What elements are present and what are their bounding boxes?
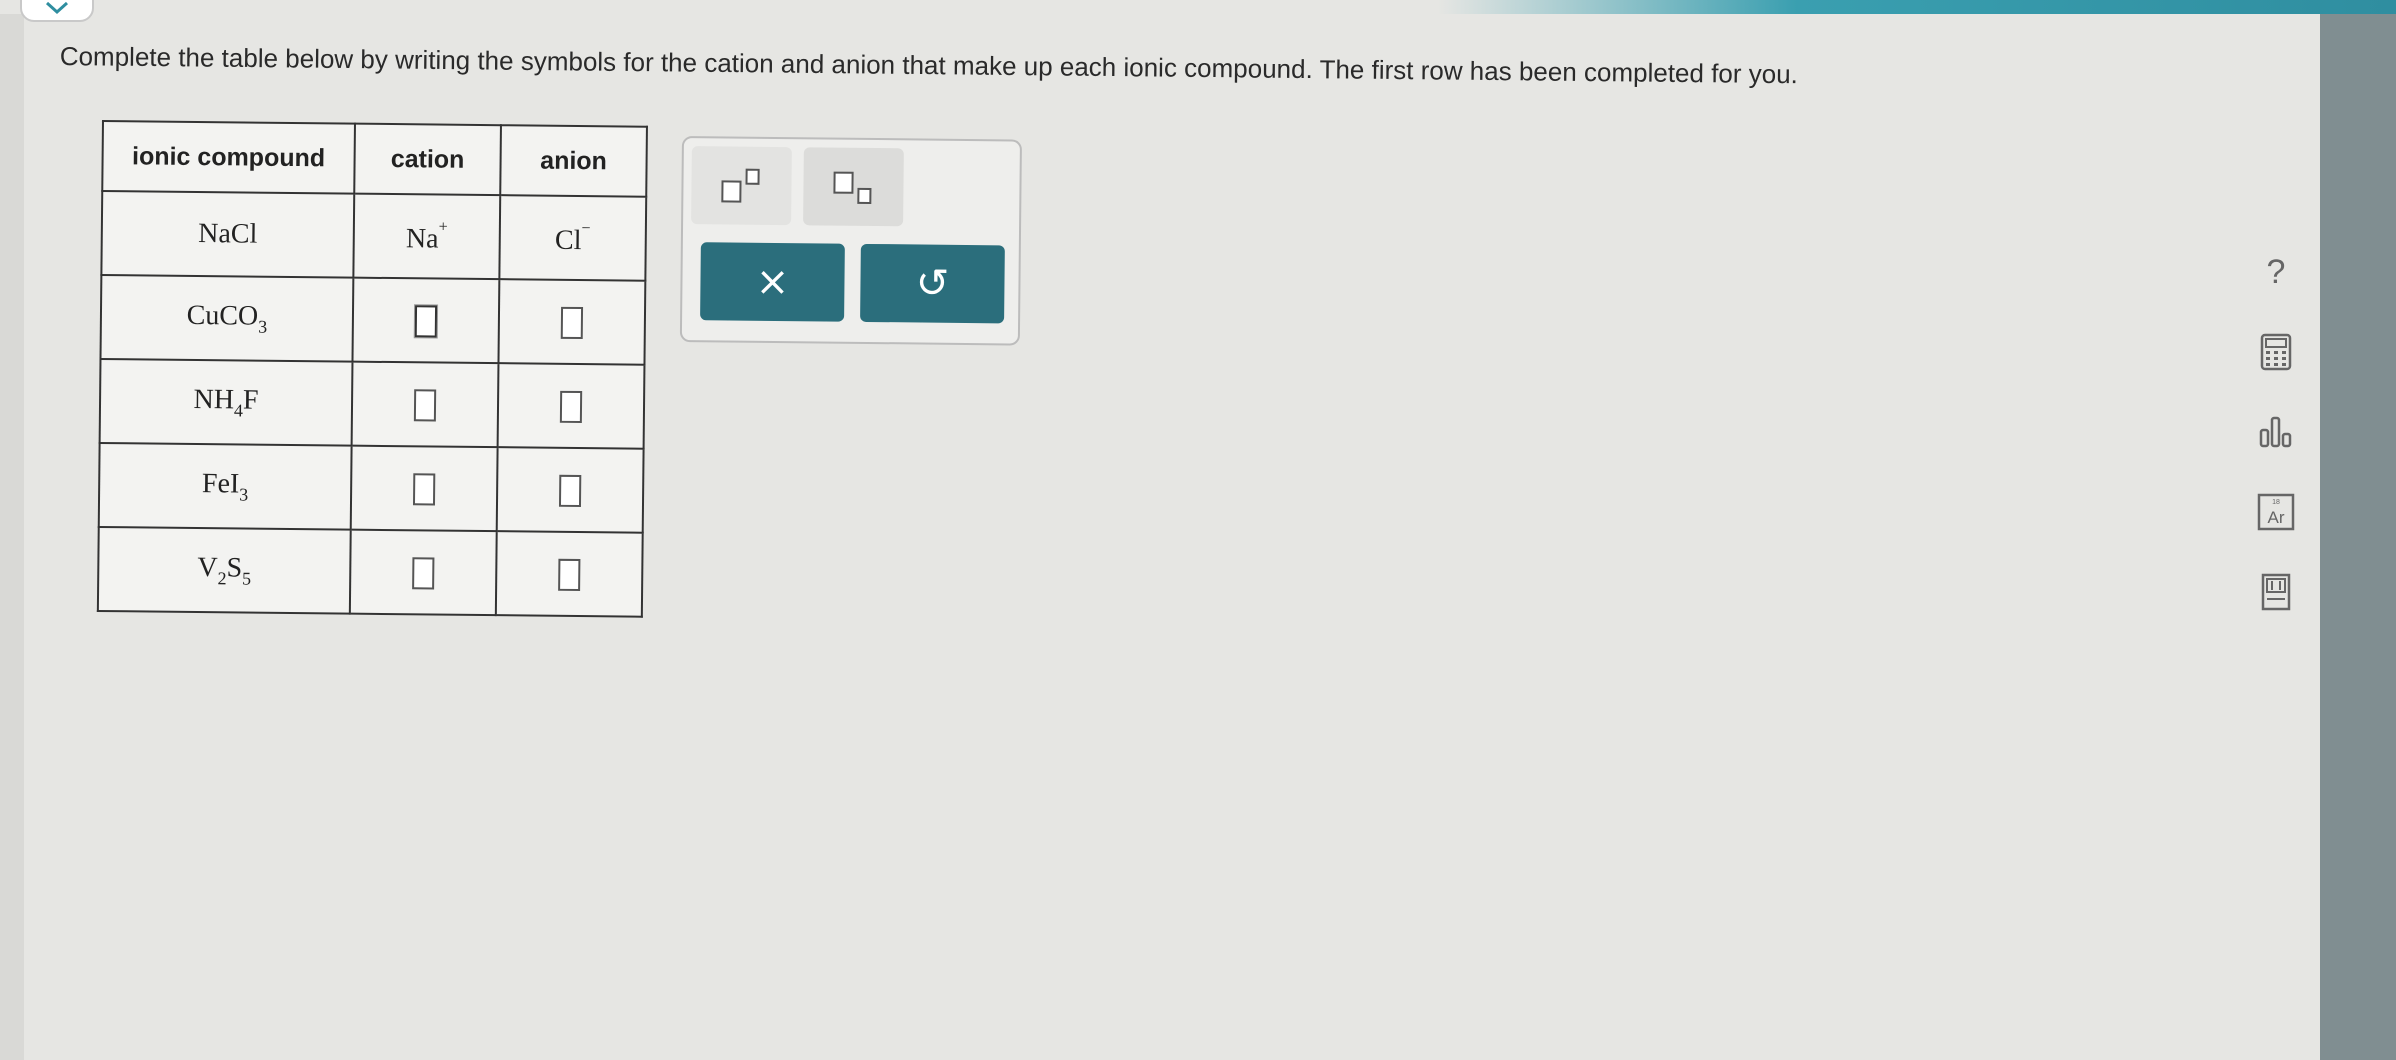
page-edge-left xyxy=(0,0,24,1060)
periodic-table-icon: 18 Ar xyxy=(2257,493,2295,531)
chevron-down-icon xyxy=(45,1,69,15)
compound-cell: NaCl xyxy=(101,191,355,278)
table-header-row: ionic compound cation anion xyxy=(102,121,647,197)
cation-symbol: Na xyxy=(405,222,439,255)
periodic-number: 18 xyxy=(2272,499,2280,506)
anion-input[interactable] xyxy=(560,306,584,339)
table-row: CuCO3 xyxy=(100,275,646,365)
compound-cell: CuCO3 xyxy=(100,275,354,362)
cation-cell xyxy=(351,361,499,448)
top-bar xyxy=(0,0,2396,14)
header-ionic-compound: ionic compound xyxy=(102,121,355,194)
anion-input[interactable] xyxy=(558,558,581,591)
cation-input[interactable] xyxy=(412,557,435,590)
undo-button[interactable]: ↺ xyxy=(860,243,1005,324)
cation-input[interactable] xyxy=(413,389,437,422)
table-row: FeI3 xyxy=(98,442,644,533)
cation-cell xyxy=(352,277,500,364)
compound-formula: NaCl xyxy=(198,218,258,250)
data-chart-button[interactable] xyxy=(2254,410,2298,454)
cation-cell xyxy=(349,529,497,616)
cation-input[interactable] xyxy=(412,473,436,506)
cation-cell: Na+ xyxy=(353,193,501,280)
anion-cell xyxy=(498,279,646,365)
subscript-icon xyxy=(833,171,872,204)
formula-part: FeI xyxy=(201,467,240,499)
formula-subscript: 4 xyxy=(233,399,244,420)
compound-cell: FeI3 xyxy=(98,442,352,530)
close-icon: × xyxy=(755,258,790,306)
table-row: NH4F xyxy=(99,358,645,449)
header-anion: anion xyxy=(500,125,647,197)
formula-subscript: 5 xyxy=(242,567,252,589)
formula-part: S xyxy=(226,551,243,583)
anion-symbol: Cl xyxy=(554,224,582,256)
periodic-symbol: Ar xyxy=(2268,508,2285,527)
formula-subscript: 3 xyxy=(258,316,268,337)
formula-subscript: 3 xyxy=(239,483,249,505)
cation-input[interactable] xyxy=(414,305,438,338)
help-icon: ? xyxy=(2266,252,2286,291)
calculator-icon xyxy=(2260,333,2292,371)
formula-part: NH xyxy=(193,383,235,415)
reference-button[interactable] xyxy=(2254,570,2298,614)
anion-cell xyxy=(496,447,644,533)
superscript-button[interactable] xyxy=(691,146,792,226)
compound-cell: V2S5 xyxy=(97,526,351,614)
help-button[interactable]: ? xyxy=(2254,250,2298,294)
cation-cell xyxy=(350,445,498,532)
subscript-button[interactable] xyxy=(803,147,904,227)
formula-part: F xyxy=(242,383,259,416)
clear-button[interactable]: × xyxy=(700,242,845,322)
page-edge-right xyxy=(2320,14,2396,1060)
superscript-icon xyxy=(721,168,760,203)
instruction-text: Complete the table below by writing the … xyxy=(59,40,1799,90)
answer-toolbox: × ↺ xyxy=(679,136,1022,346)
table-row: NaCl Na+ Cl− xyxy=(101,191,647,281)
compound-cell: NH4F xyxy=(99,358,353,446)
collapse-toggle[interactable] xyxy=(20,0,94,22)
cation-charge: + xyxy=(438,218,448,236)
calculator-button[interactable] xyxy=(2254,330,2298,374)
header-cation: cation xyxy=(354,123,501,196)
ionic-compound-table: ionic compound cation anion NaCl Na+ Cl−… xyxy=(96,120,648,618)
formula-part: V xyxy=(197,551,218,583)
table-row: V2S5 xyxy=(97,526,643,617)
anion-cell: Cl− xyxy=(499,195,647,281)
side-toolbar: ? 18 Ar xyxy=(2246,250,2306,650)
anion-input[interactable] xyxy=(558,474,582,507)
periodic-table-button[interactable]: 18 Ar xyxy=(2254,490,2298,534)
anion-cell xyxy=(497,363,645,449)
anion-cell xyxy=(495,531,643,617)
ionic-table-container: ionic compound cation anion NaCl Na+ Cl−… xyxy=(96,120,648,618)
bar-chart-icon xyxy=(2259,416,2292,448)
formula-part: CuCO xyxy=(186,299,259,332)
anion-charge: − xyxy=(581,219,591,237)
undo-icon: ↺ xyxy=(915,260,950,307)
reference-table-icon xyxy=(2261,573,2291,611)
anion-input[interactable] xyxy=(559,390,583,423)
